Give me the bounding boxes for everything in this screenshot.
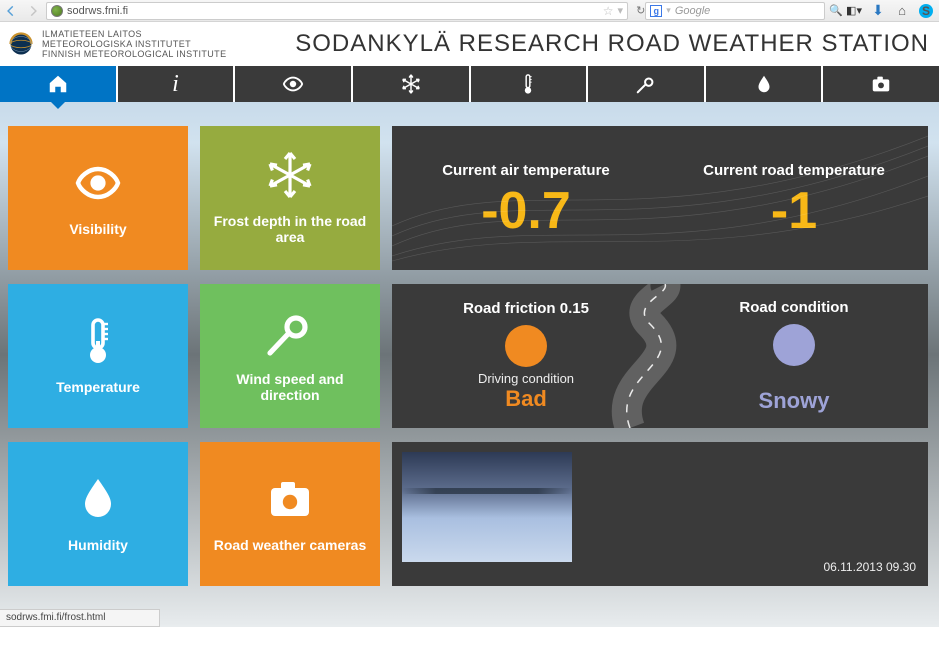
- drop-icon: [74, 475, 122, 523]
- eye-icon: [282, 73, 304, 95]
- nav-cameras[interactable]: [823, 66, 939, 102]
- road-condition-label: Road condition: [739, 299, 848, 316]
- tile-visibility[interactable]: Visibility: [8, 126, 188, 270]
- org-name: ILMATIETEEN LAITOS METEOROLOGISKA INSTIT…: [42, 29, 226, 59]
- driving-condition-value: Bad: [505, 386, 547, 412]
- tile-label: Visibility: [61, 221, 134, 237]
- downloads-icon[interactable]: ⬇: [871, 4, 885, 18]
- forward-button[interactable]: [22, 2, 44, 20]
- back-button[interactable]: [0, 2, 22, 20]
- camera-icon: [870, 73, 892, 95]
- thermometer-icon: [74, 317, 122, 365]
- addon-icon[interactable]: ◧▾: [847, 4, 861, 18]
- search-bar[interactable]: g ▾ Google: [645, 2, 825, 20]
- road-condition-value: Snowy: [759, 388, 830, 414]
- camera-thumbnail[interactable]: [402, 452, 572, 562]
- friction-label: Road friction 0.15: [463, 300, 589, 317]
- driving-condition-label: Driving condition: [478, 371, 574, 386]
- tile-wind[interactable]: Wind speed and direction: [200, 284, 380, 428]
- fmi-logo-icon: [6, 29, 36, 59]
- bookmark-star-icon[interactable]: ☆: [603, 4, 614, 18]
- skype-icon[interactable]: S: [919, 4, 933, 18]
- info-icon: i: [172, 71, 179, 98]
- nav-home[interactable]: [0, 66, 118, 102]
- panel-temperatures: Current air temperature -0.7 Current roa…: [392, 126, 928, 270]
- wind-icon: [635, 73, 657, 95]
- nav-frost[interactable]: [353, 66, 471, 102]
- camera-timestamp: 06.11.2013 09.30: [823, 560, 916, 574]
- home-icon[interactable]: ⌂: [895, 4, 909, 18]
- url-bar[interactable]: sodrws.fmi.fi ☆ ▾: [46, 2, 628, 20]
- google-icon: g: [650, 5, 662, 17]
- reload-button[interactable]: ↻: [636, 4, 645, 17]
- main-nav: i: [0, 66, 939, 102]
- wind-icon: [266, 309, 314, 357]
- tile-label: Temperature: [48, 379, 148, 395]
- panel-road-condition: Road friction 0.15 Driving condition Bad…: [392, 284, 928, 428]
- status-bar: sodrws.fmi.fi/frost.html: [0, 609, 160, 627]
- road-condition-indicator-icon: [773, 324, 815, 366]
- friction-indicator-icon: [505, 325, 547, 367]
- tile-temperature[interactable]: Temperature: [8, 284, 188, 428]
- snowflake-icon: [266, 151, 314, 199]
- favicon-icon: [51, 5, 63, 17]
- url-text: sodrws.fmi.fi: [67, 5, 599, 17]
- nav-wind[interactable]: [588, 66, 706, 102]
- tile-label: Humidity: [60, 537, 136, 553]
- home-icon: [47, 73, 69, 95]
- panel-camera: 06.11.2013 09.30: [392, 442, 928, 586]
- tile-humidity[interactable]: Humidity: [8, 442, 188, 586]
- tile-label: Wind speed and direction: [200, 371, 380, 403]
- nav-info[interactable]: i: [118, 66, 236, 102]
- nav-humidity[interactable]: [706, 66, 824, 102]
- drop-icon: [753, 73, 775, 95]
- nav-temperature[interactable]: [471, 66, 589, 102]
- page-header: ILMATIETEEN LAITOS METEOROLOGISKA INSTIT…: [0, 22, 939, 66]
- snowflake-icon: [400, 73, 422, 95]
- thermometer-icon: [517, 73, 539, 95]
- tile-label: Road weather cameras: [206, 537, 375, 553]
- browser-toolbar: sodrws.fmi.fi ☆ ▾ ↻ g ▾ Google 🔍 ◧▾ ⬇ ⌂ …: [0, 0, 939, 22]
- search-placeholder: Google: [675, 5, 710, 17]
- tile-label: Frost depth in the road area: [200, 213, 380, 245]
- nav-visibility[interactable]: [235, 66, 353, 102]
- tile-cameras[interactable]: Road weather cameras: [200, 442, 380, 586]
- tile-frost[interactable]: Frost depth in the road area: [200, 126, 380, 270]
- search-icon[interactable]: 🔍: [829, 4, 843, 17]
- wave-decor-icon: [392, 126, 928, 270]
- page-title: SODANKYLÄ RESEARCH ROAD WEATHER STATION: [226, 30, 933, 58]
- eye-icon: [74, 159, 122, 207]
- camera-icon: [266, 475, 314, 523]
